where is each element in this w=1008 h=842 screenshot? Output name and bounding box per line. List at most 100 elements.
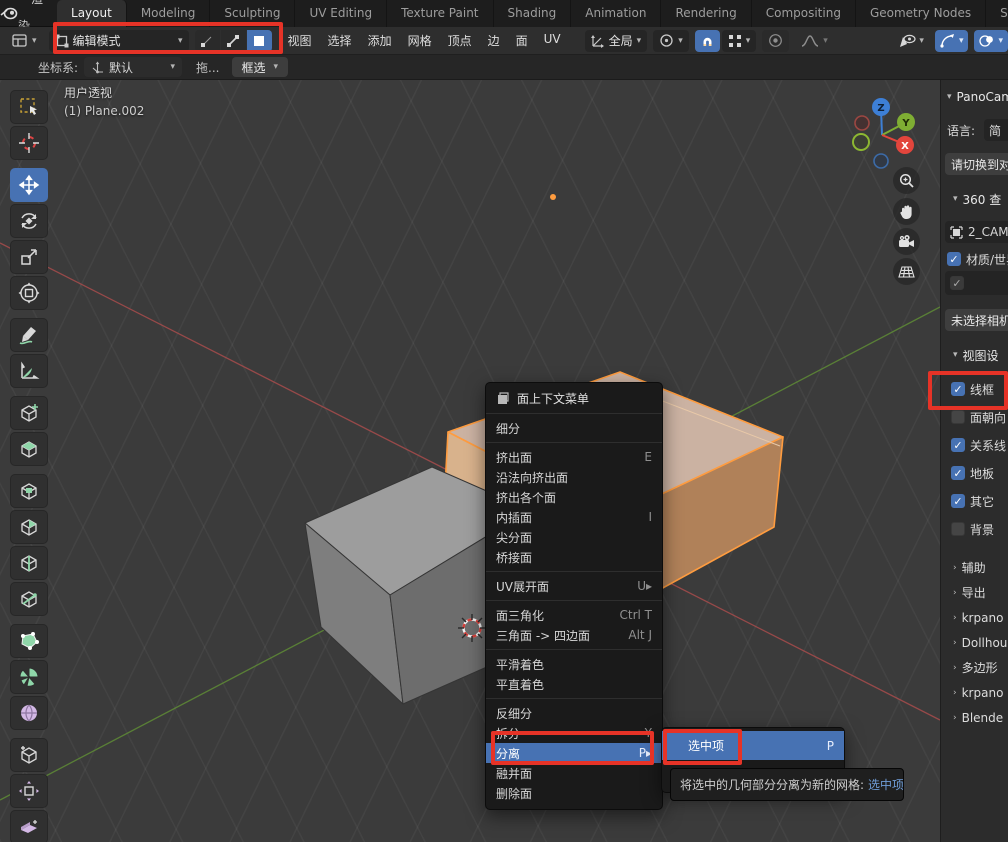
poly-build-tool-button[interactable]: [10, 624, 48, 658]
tab-compositing[interactable]: Compositing: [752, 0, 856, 27]
falloff-dropdown[interactable]: ▾: [795, 30, 834, 52]
viewport-menu-4[interactable]: 顶点: [440, 32, 480, 49]
menu-item-平滑着色[interactable]: 平滑着色: [486, 654, 662, 674]
extrude-region-tool-button[interactable]: [10, 432, 48, 466]
sub-option-checkbox[interactable]: ✓: [950, 276, 964, 290]
menu-item-拆分[interactable]: 拆分Y: [486, 723, 662, 743]
rotate-tool-button[interactable]: [10, 204, 48, 238]
navigation-gizmo[interactable]: Z Y X: [845, 88, 921, 172]
scale-tool-button[interactable]: [10, 240, 48, 274]
shrink-fatten-tool-button[interactable]: [10, 774, 48, 808]
collapsed-section-1[interactable]: ›导出: [941, 580, 1008, 605]
menu-item-UV展开面[interactable]: UV展开面U▸: [486, 576, 662, 596]
tab-shading[interactable]: Shading: [494, 0, 572, 27]
blender-logo-icon[interactable]: [0, 6, 18, 20]
axis-neg-y[interactable]: [853, 134, 869, 150]
section-header-view-settings[interactable]: ▾ 视图设: [941, 343, 1008, 367]
transform-tool-button[interactable]: [10, 276, 48, 310]
box-select-tool-button[interactable]: [10, 90, 48, 124]
其它-checkbox[interactable]: ✓: [951, 494, 965, 508]
axis-z[interactable]: Z: [872, 98, 890, 116]
menu-item-分离[interactable]: 分离P▸: [486, 743, 662, 763]
menu-item-沿法向挤出面[interactable]: 沿法向挤出面: [486, 467, 662, 487]
collapsed-section-2[interactable]: ›krpano: [941, 605, 1008, 630]
collapsed-section-5[interactable]: ›krpano: [941, 680, 1008, 705]
view-setting-线框[interactable]: ✓线框: [941, 375, 1008, 403]
menu-item-挤出各个面[interactable]: 挤出各个面: [486, 487, 662, 507]
zoom-button[interactable]: [893, 167, 920, 194]
menu-item-融并面[interactable]: 融并面: [486, 763, 662, 783]
axis-neg-z[interactable]: [874, 154, 888, 168]
panel-header-panocam[interactable]: ▾ PanoCam: [941, 85, 1008, 109]
show-object-types-dropdown[interactable]: ▾: [893, 30, 929, 52]
tab-sculpting[interactable]: Sculpting: [210, 0, 295, 27]
loop-cut-tool-button[interactable]: [10, 546, 48, 580]
no-camera-button[interactable]: 未选择相机: [945, 309, 1008, 331]
smooth-tool-button[interactable]: [10, 696, 48, 730]
tab-layout[interactable]: Layout: [57, 0, 127, 27]
menu-item-内插面[interactable]: 内插面I: [486, 507, 662, 527]
annotate-tool-button[interactable]: [10, 318, 48, 352]
viewport-menu-1[interactable]: 选择: [320, 32, 360, 49]
coord-system-dropdown[interactable]: 默认 ▾: [84, 57, 182, 77]
axis-neg-x[interactable]: [855, 116, 869, 130]
spin-tool-button[interactable]: [10, 660, 48, 694]
submenu-item-选中项[interactable]: 选中项P: [662, 731, 844, 760]
view-setting-地板[interactable]: ✓地板: [941, 459, 1008, 487]
viewport-menu-6[interactable]: 面: [508, 32, 536, 49]
camera-object-field[interactable]: 2_CAM: [945, 221, 1008, 243]
tab-rendering[interactable]: Rendering: [661, 0, 751, 27]
view-setting-背景[interactable]: 背景: [941, 515, 1008, 543]
overlays-toggle-button[interactable]: ▾: [974, 30, 1008, 52]
snap-target-dropdown[interactable]: ▾: [722, 30, 757, 52]
pivot-point-dropdown[interactable]: ▾: [653, 30, 689, 52]
add-cube-tool-button[interactable]: [10, 396, 48, 430]
地板-checkbox[interactable]: ✓: [951, 466, 965, 480]
pan-hand-button[interactable]: [893, 198, 920, 225]
view-setting-面朝向[interactable]: 面朝向: [941, 403, 1008, 431]
viewport-menu-5[interactable]: 边: [480, 32, 508, 49]
switch-language-button[interactable]: 请切换到对: [945, 153, 1008, 175]
axis-y[interactable]: Y: [897, 113, 915, 131]
menu-item-删除面[interactable]: 删除面: [486, 783, 662, 803]
face-select-mode-button[interactable]: [247, 30, 272, 52]
material-world-checkbox[interactable]: ✓: [947, 252, 961, 266]
tab-animation[interactable]: Animation: [571, 0, 661, 27]
bevel-tool-button[interactable]: [10, 510, 48, 544]
measure-tool-button[interactable]: [10, 354, 48, 388]
collapsed-section-3[interactable]: ›Dollhou: [941, 630, 1008, 655]
orientation-dropdown[interactable]: 全局 ▾: [585, 30, 648, 52]
cursor-tool-button[interactable]: [10, 126, 48, 160]
edge-select-mode-button[interactable]: [221, 30, 246, 52]
collapsed-section-0[interactable]: ›辅助: [941, 555, 1008, 580]
section-header-360[interactable]: ▾ 360 查: [941, 187, 1008, 211]
inset-faces-tool-button[interactable]: [10, 474, 48, 508]
select-box-dropdown[interactable]: 框选 ▾: [232, 57, 289, 77]
editor-type-button[interactable]: ▾: [6, 30, 43, 52]
mode-dropdown[interactable]: 编辑模式 ▾: [49, 30, 189, 52]
menu-item-挤出面[interactable]: 挤出面E: [486, 447, 662, 467]
viewport-menu-3[interactable]: 网格: [400, 32, 440, 49]
menu-item-尖分面[interactable]: 尖分面: [486, 527, 662, 547]
menu-item-反细分[interactable]: 反细分: [486, 703, 662, 723]
tab-uv-editing[interactable]: UV Editing: [295, 0, 387, 27]
collapsed-section-4[interactable]: ›多边形: [941, 655, 1008, 680]
menu-item-面三角化[interactable]: 面三角化Ctrl T: [486, 605, 662, 625]
axis-x[interactable]: X: [896, 136, 914, 154]
menu-item-平直着色[interactable]: 平直着色: [486, 674, 662, 694]
shear-tool-button[interactable]: [10, 810, 48, 842]
viewport-menu-0[interactable]: 视图: [280, 32, 320, 49]
tab-modeling[interactable]: Modeling: [127, 0, 211, 27]
menu-item-桥接面[interactable]: 桥接面: [486, 547, 662, 567]
menu-item-细分[interactable]: 细分: [486, 418, 662, 438]
proportional-editing-button[interactable]: [762, 30, 789, 52]
背景-checkbox[interactable]: [951, 522, 965, 536]
viewport-menu-2[interactable]: 添加: [360, 32, 400, 49]
snap-toggle-button[interactable]: [695, 30, 720, 52]
vertex-select-mode-button[interactable]: [195, 30, 220, 52]
tab-scripting[interactable]: Scripting: [986, 0, 1008, 27]
language-dropdown[interactable]: 简: [984, 119, 1008, 141]
viewport-menu-7[interactable]: UV: [536, 32, 569, 49]
线框-checkbox[interactable]: ✓: [951, 382, 965, 396]
camera-view-button[interactable]: [893, 228, 920, 255]
